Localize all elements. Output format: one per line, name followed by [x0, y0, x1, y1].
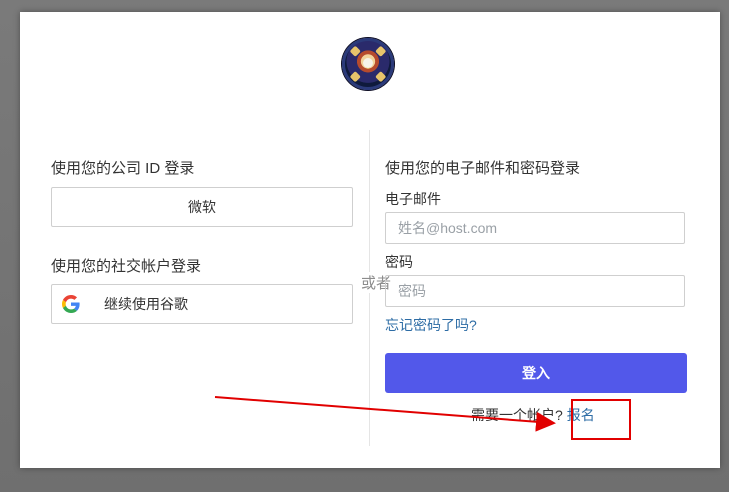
- annotation-arrow: [214, 396, 556, 432]
